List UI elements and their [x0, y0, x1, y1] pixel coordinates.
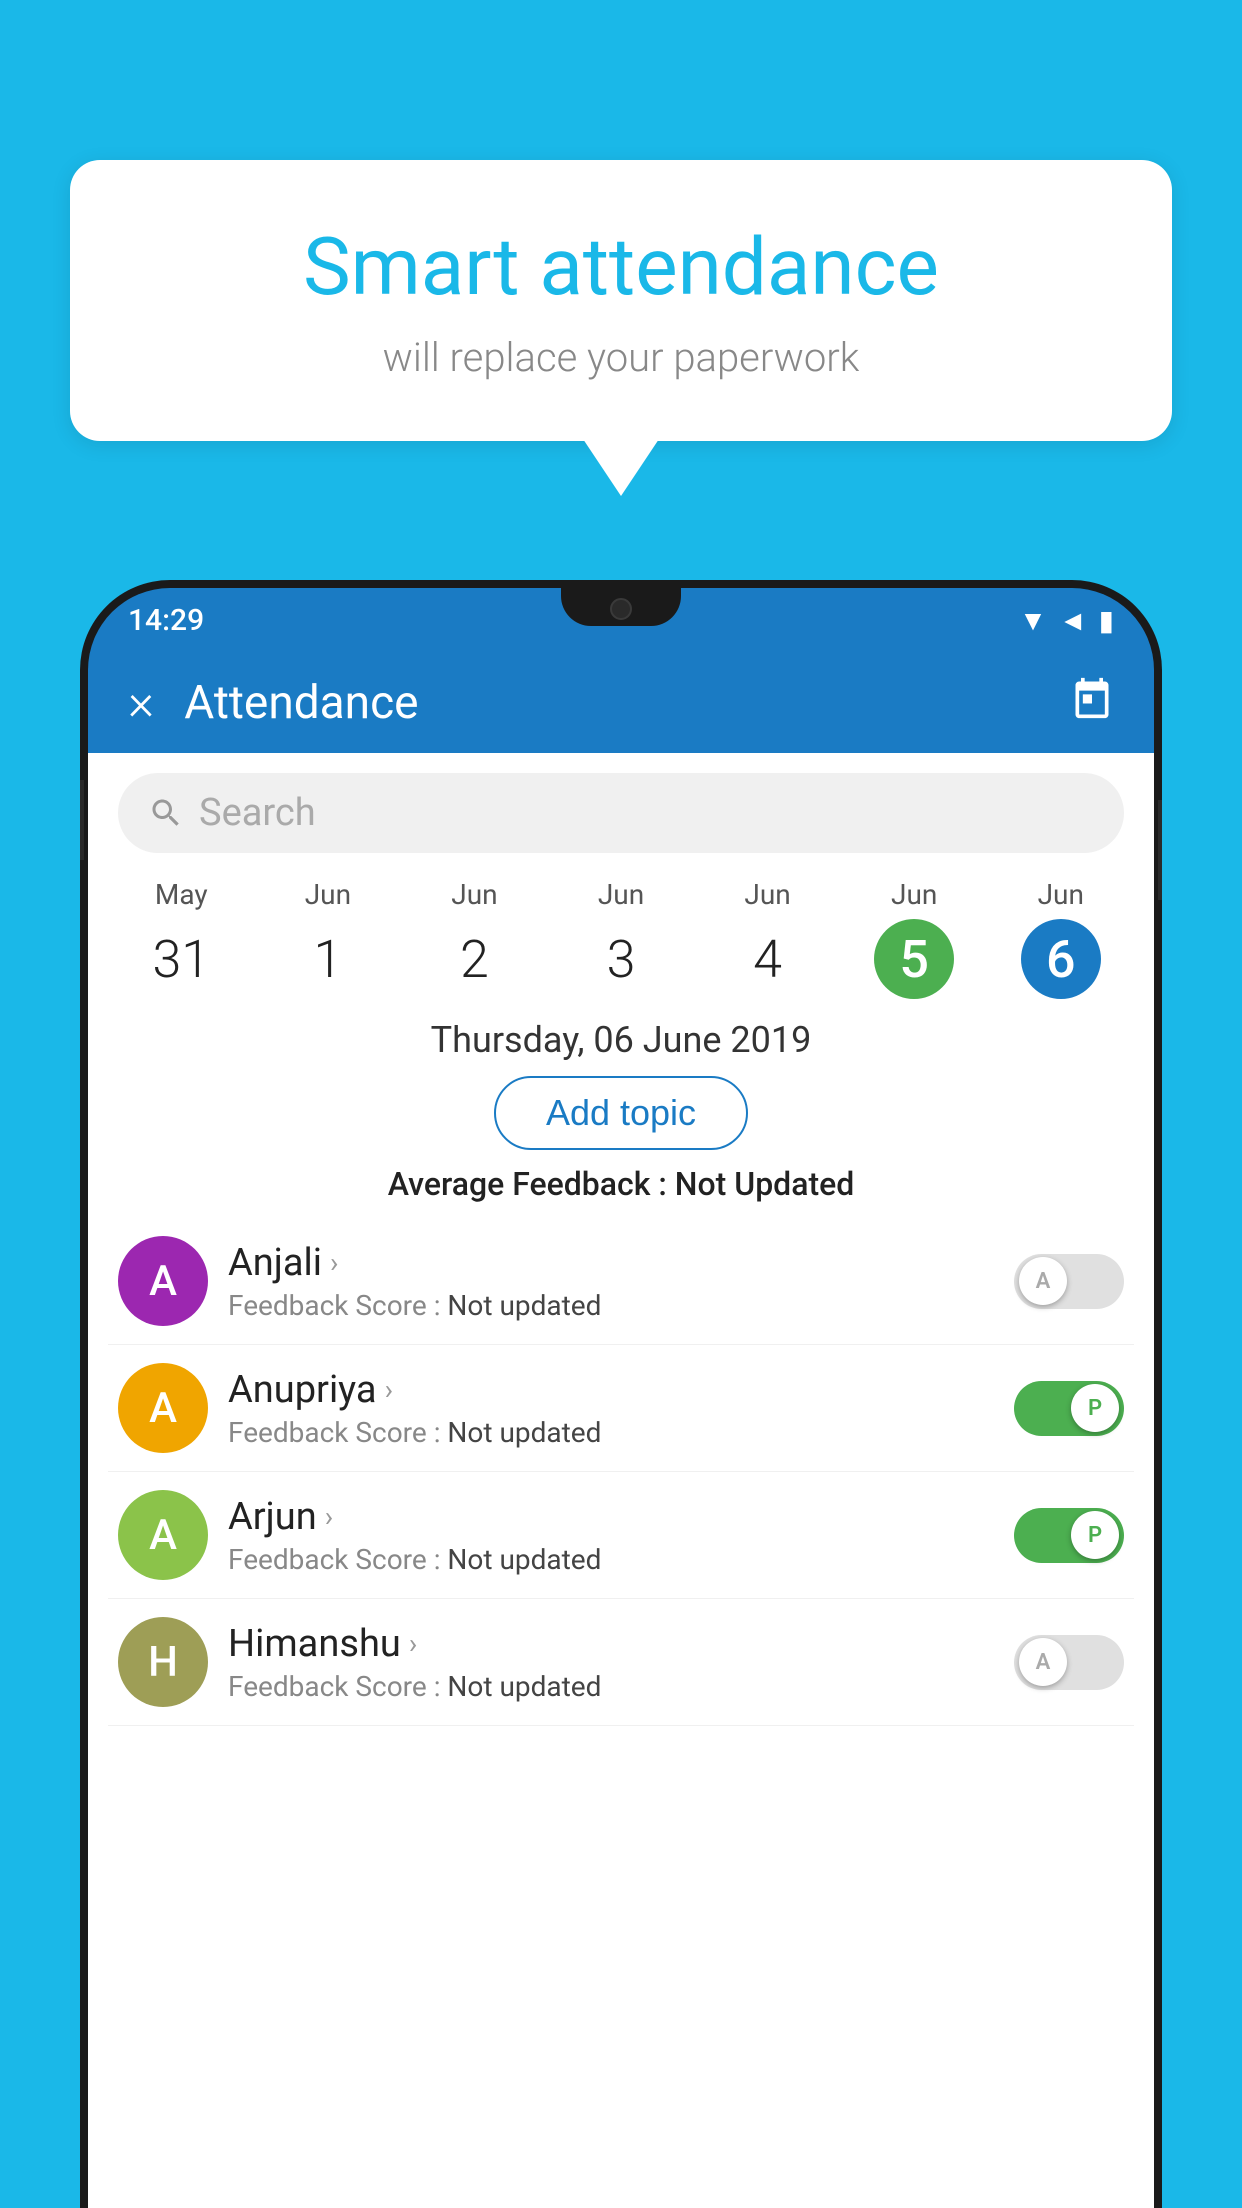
phone-frame: 14:29 ▼ ◄ ▮ × Attendance: [80, 580, 1162, 2208]
cal-day-number: 2: [434, 919, 514, 999]
student-name: Anupriya ›: [228, 1368, 994, 1412]
student-feedback: Feedback Score : Not updated: [228, 1289, 994, 1322]
cal-day-number: 31: [141, 919, 221, 999]
close-button[interactable]: ×: [128, 674, 154, 732]
header-title: Attendance: [184, 676, 1070, 730]
cal-month-label: Jun: [401, 878, 548, 911]
search-placeholder: Search: [199, 791, 316, 835]
notch-camera: [610, 598, 632, 620]
cal-month-label: Jun: [987, 878, 1134, 911]
toggle-knob: P: [1071, 1384, 1119, 1432]
status-bar: 14:29 ▼ ◄ ▮: [88, 588, 1154, 653]
screen-content: × Attendance Search: [88, 653, 1154, 2208]
chevron-icon: ›: [385, 1373, 393, 1406]
student-item[interactable]: A Arjun › Feedback Score : Not updated P: [108, 1472, 1134, 1599]
cal-day-number: 6: [1021, 919, 1101, 999]
signal-icon: ◄: [1059, 604, 1087, 637]
avg-feedback-value: Not Updated: [675, 1165, 855, 1203]
cal-month-label: Jun: [694, 878, 841, 911]
student-name: Arjun ›: [228, 1495, 994, 1539]
calendar-strip: May 31 Jun 1 Jun 2 Jun 3 Jun 4 Jun 5 Jun 6: [88, 868, 1154, 1009]
calendar-day[interactable]: Jun 2: [401, 878, 548, 999]
add-topic-button[interactable]: Add topic: [494, 1076, 748, 1150]
battery-icon: ▮: [1099, 604, 1114, 637]
student-name: Anjali ›: [228, 1241, 994, 1285]
toggle-switch[interactable]: A: [1014, 1254, 1124, 1309]
student-avatar: A: [118, 1490, 208, 1580]
student-item[interactable]: H Himanshu › Feedback Score : Not updated A: [108, 1599, 1134, 1726]
calendar-day[interactable]: Jun 3: [548, 878, 695, 999]
calendar-day[interactable]: Jun 4: [694, 878, 841, 999]
search-icon: [148, 795, 184, 831]
calendar-icon[interactable]: [1070, 676, 1114, 731]
cal-day-number: 1: [288, 919, 368, 999]
wifi-icon: ▼: [1019, 604, 1047, 637]
student-name: Himanshu ›: [228, 1622, 994, 1666]
phone-side-pwr: [1158, 800, 1162, 900]
calendar-day[interactable]: Jun 6: [987, 878, 1134, 999]
toggle-switch[interactable]: P: [1014, 1508, 1124, 1563]
average-feedback: Average Feedback : Not Updated: [88, 1165, 1154, 1203]
chevron-icon: ›: [330, 1246, 338, 1279]
phone-inner: 14:29 ▼ ◄ ▮ × Attendance: [88, 588, 1154, 2208]
chevron-icon: ›: [325, 1500, 333, 1533]
toggle-knob: A: [1019, 1257, 1067, 1305]
speech-bubble: Smart attendance will replace your paper…: [70, 160, 1172, 441]
cal-day-number: 5: [874, 919, 954, 999]
student-item[interactable]: A Anupriya › Feedback Score : Not updated P: [108, 1345, 1134, 1472]
student-avatar: A: [118, 1363, 208, 1453]
student-feedback: Feedback Score : Not updated: [228, 1543, 994, 1576]
attendance-toggle[interactable]: A: [1014, 1635, 1124, 1690]
calendar-day[interactable]: Jun 1: [255, 878, 402, 999]
student-item[interactable]: A Anjali › Feedback Score : Not updated A: [108, 1218, 1134, 1345]
phone-side-vol: [80, 780, 84, 860]
avg-feedback-label: Average Feedback :: [388, 1165, 675, 1203]
student-info: Anupriya › Feedback Score : Not updated: [228, 1368, 994, 1449]
calendar-day[interactable]: May 31: [108, 878, 255, 999]
student-info: Himanshu › Feedback Score : Not updated: [228, 1622, 994, 1703]
cal-month-label: May: [108, 878, 255, 911]
status-icons: ▼ ◄ ▮: [1019, 604, 1114, 637]
date-display: Thursday, 06 June 2019: [88, 1019, 1154, 1061]
speech-bubble-container: Smart attendance will replace your paper…: [70, 160, 1172, 441]
cal-month-label: Jun: [841, 878, 988, 911]
student-list: AAnjali ›Feedback Score : Not updatedAAA…: [88, 1218, 1154, 1726]
toggle-switch[interactable]: P: [1014, 1381, 1124, 1436]
student-avatar: A: [118, 1236, 208, 1326]
student-info: Anjali › Feedback Score : Not updated: [228, 1241, 994, 1322]
app-header: × Attendance: [88, 653, 1154, 753]
search-bar[interactable]: Search: [118, 773, 1124, 853]
cal-month-label: Jun: [255, 878, 402, 911]
status-time: 14:29: [128, 603, 204, 638]
student-feedback: Feedback Score : Not updated: [228, 1670, 994, 1703]
bubble-title: Smart attendance: [150, 220, 1092, 314]
cal-month-label: Jun: [548, 878, 695, 911]
toggle-knob: P: [1071, 1511, 1119, 1559]
student-info: Arjun › Feedback Score : Not updated: [228, 1495, 994, 1576]
student-feedback: Feedback Score : Not updated: [228, 1416, 994, 1449]
app-content: Search May 31 Jun 1 Jun 2 Jun 3 Jun 4 Jun 5 Jun 6 Thu…: [88, 753, 1154, 2208]
student-avatar: H: [118, 1617, 208, 1707]
attendance-toggle[interactable]: P: [1014, 1381, 1124, 1436]
toggle-knob: A: [1019, 1638, 1067, 1686]
cal-day-number: 3: [581, 919, 661, 999]
cal-day-number: 4: [728, 919, 808, 999]
toggle-switch[interactable]: A: [1014, 1635, 1124, 1690]
calendar-day[interactable]: Jun 5: [841, 878, 988, 999]
attendance-toggle[interactable]: A: [1014, 1254, 1124, 1309]
attendance-toggle[interactable]: P: [1014, 1508, 1124, 1563]
bubble-subtitle: will replace your paperwork: [150, 334, 1092, 381]
notch: [561, 588, 681, 626]
chevron-icon: ›: [409, 1627, 417, 1660]
